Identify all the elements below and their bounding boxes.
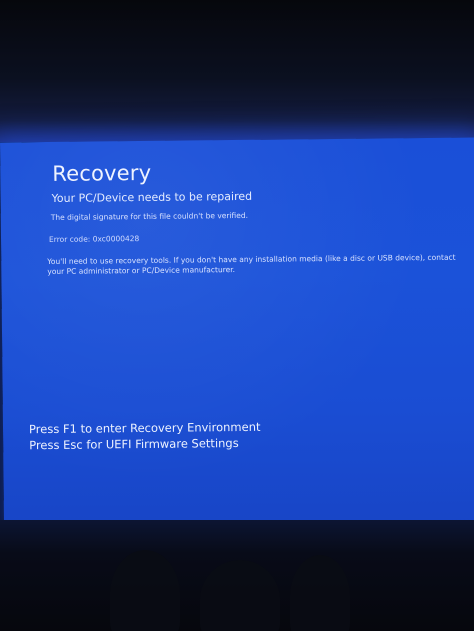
monitor-top-bezel: [0, 0, 474, 142]
f1-recovery-hint: Press F1 to enter Recovery Environment: [28, 419, 261, 437]
esc-uefi-hint: Press Esc for UEFI Firmware Settings: [29, 435, 239, 453]
error-code: Error code: 0xc0000428: [48, 234, 140, 244]
recovery-screen: Recovery Your PC/Device needs to be repa…: [0, 137, 474, 531]
signature-message: The digital signature for this file coul…: [50, 210, 249, 222]
page-title: Recovery: [52, 160, 152, 186]
recovery-subtitle: Your PC/Device needs to be repaired: [51, 189, 253, 205]
recovery-instructions: You'll need to use recovery tools. If yo…: [47, 252, 456, 276]
background-silhouette: [200, 560, 280, 631]
background-silhouette: [290, 555, 350, 631]
background-silhouette: [110, 550, 180, 631]
photo-frame: Recovery Your PC/Device needs to be repa…: [0, 0, 474, 631]
